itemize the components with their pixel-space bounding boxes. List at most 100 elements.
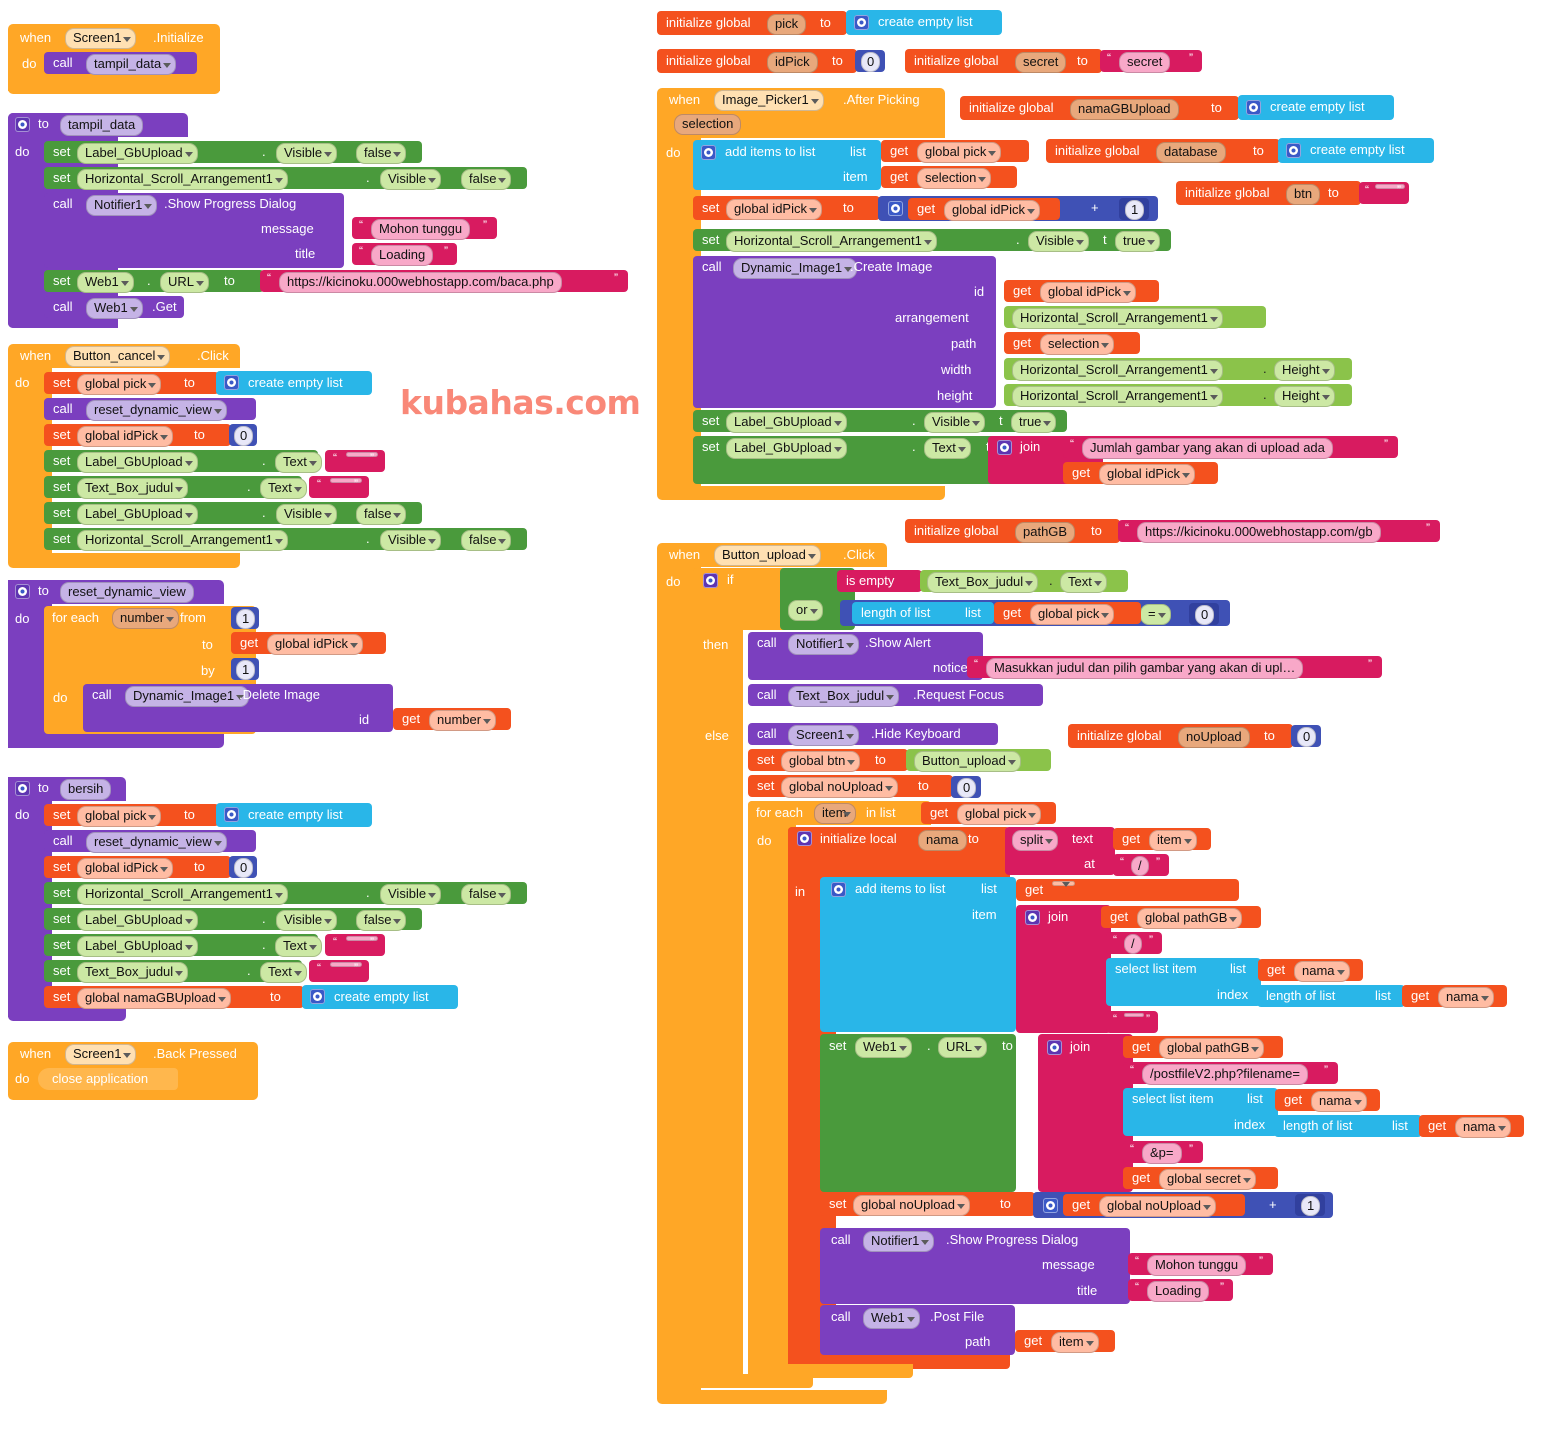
- hsa1-dropdown[interactable]: Horizontal_Scroll_Arrangement1: [1012, 308, 1223, 329]
- number-field[interactable]: 1: [236, 609, 256, 629]
- number-zero-compare[interactable]: 0: [1189, 603, 1219, 625]
- call-textbox-judul-request-focus[interactable]: call Text_Box_judul .Request Focus: [748, 684, 1043, 707]
- global-pick-dropdown[interactable]: global pick: [77, 806, 162, 827]
- text-empty-join1[interactable]: “ ”: [1106, 1011, 1158, 1033]
- false-logic-block[interactable]: false: [453, 882, 525, 905]
- get-global-noupload-operand[interactable]: get global noUpload: [1063, 1194, 1245, 1217]
- get-selection-path[interactable]: get selection: [1004, 332, 1140, 355]
- component-dropdown[interactable]: Label_GbUpload: [77, 504, 198, 525]
- init-global-noupload[interactable]: initialize global noUpload to: [1068, 724, 1293, 748]
- set-global-pick[interactable]: set global pick to: [44, 372, 219, 395]
- text-property-dropdown[interactable]: Text: [275, 452, 322, 473]
- text-value-field[interactable]: Loading: [371, 245, 434, 266]
- text-value-field[interactable]: [1124, 1013, 1144, 1017]
- mutator-gear-icon[interactable]: [831, 882, 846, 897]
- set-global-noupload-zero[interactable]: set global noUpload to: [748, 775, 953, 798]
- boolean-dropdown[interactable]: true: [1115, 231, 1161, 252]
- screen1-dropdown[interactable]: Screen1: [788, 725, 860, 746]
- component-dropdown[interactable]: Horizontal_Scroll_Arrangement1: [77, 530, 288, 551]
- select-list-item-join1[interactable]: select list item list index: [1106, 958, 1261, 1006]
- dynamic-image1-dropdown[interactable]: Dynamic_Image1: [733, 258, 858, 279]
- global-idpick-dropdown[interactable]: global idPick: [726, 199, 822, 220]
- get-global-secret[interactable]: get global secret: [1123, 1167, 1278, 1190]
- get-global-pick[interactable]: get global pick: [881, 140, 1029, 163]
- get-item-variable[interactable]: get item: [1113, 828, 1211, 851]
- mutator-gear-icon[interactable]: [310, 989, 325, 1004]
- text-property-dropdown[interactable]: Text: [924, 438, 971, 459]
- text-value-field[interactable]: /postfileV2.php?filename=: [1142, 1064, 1308, 1085]
- mutator-gear-icon[interactable]: [224, 375, 239, 390]
- true-logic-block[interactable]: true: [1003, 410, 1067, 433]
- number-field[interactable]: 0: [234, 858, 254, 878]
- global-noupload-dropdown[interactable]: global noUpload: [1099, 1196, 1216, 1217]
- procedure-tampil-data-header[interactable]: to tampil_data: [8, 113, 188, 137]
- textbox-judul-text-getter[interactable]: Text_Box_judul . Text: [920, 570, 1128, 593]
- mutator-gear-icon[interactable]: [1043, 1198, 1058, 1213]
- global-secret-dropdown[interactable]: global secret: [1159, 1169, 1256, 1190]
- text-loading-2[interactable]: “ Loading ”: [1128, 1279, 1233, 1302]
- component-dropdown[interactable]: Label_GbUpload: [77, 143, 198, 164]
- get-item-variable-path[interactable]: get item: [1015, 1330, 1115, 1353]
- web1-dropdown[interactable]: Web1: [77, 272, 134, 293]
- text-value-field[interactable]: Mohon tunggu: [371, 219, 471, 240]
- get-nama-variable-index1[interactable]: get nama: [1402, 985, 1507, 1008]
- split-operation-dropdown[interactable]: split: [1012, 830, 1059, 851]
- length-of-list-index-join2[interactable]: length of list list: [1274, 1115, 1422, 1137]
- component-dropdown[interactable]: Horizontal_Scroll_Arrangement1: [77, 884, 288, 905]
- init-global-database[interactable]: initialize global database to: [1046, 139, 1280, 163]
- call-dynamic-image1-delete-image[interactable]: call Dynamic_Image1 .Delete Image id: [83, 684, 393, 732]
- text-pathgb-url[interactable]: “ https://kicinoku.000webhostapp.com/gb …: [1118, 520, 1440, 543]
- set-global-idpick[interactable]: set global idPick to: [44, 424, 231, 447]
- get-global-idpick-id[interactable]: get global idPick: [1004, 280, 1159, 303]
- text-loading[interactable]: “ Loading ”: [352, 243, 457, 266]
- text-mohon-tunggu-2[interactable]: “ Mohon tunggu ”: [1128, 1253, 1273, 1276]
- hsa1-dropdown[interactable]: Horizontal_Scroll_Arrangement1: [1012, 386, 1223, 407]
- true-logic-block[interactable]: true: [1107, 229, 1171, 252]
- number-one-operand[interactable]: 1: [1119, 198, 1149, 220]
- set-hsa1-visible-true[interactable]: set Horizontal_Scroll_Arrangement1 . Vis…: [693, 229, 1168, 252]
- call-notifier1-show-alert[interactable]: call Notifier1 .Show Alert notice: [748, 632, 983, 680]
- global-pathgb-dropdown[interactable]: global pathGB: [1137, 908, 1243, 929]
- set-label-gbupload-text[interactable]: set Label_GbUpload . Text to: [44, 450, 349, 473]
- call-dynamic-image1-create-image[interactable]: call Dynamic_Image1 .Create Image id arr…: [693, 256, 996, 408]
- number-zero-block[interactable]: 0: [951, 776, 981, 798]
- false-logic-block[interactable]: false: [348, 141, 420, 164]
- get-global-idpick-operand[interactable]: get global idPick: [908, 198, 1060, 221]
- visible-property-dropdown[interactable]: Visible: [1028, 231, 1090, 252]
- global-pick-dropdown[interactable]: global pick: [957, 804, 1042, 825]
- init-global-pathgb[interactable]: initialize global pathGB to: [905, 519, 1120, 543]
- init-global-btn[interactable]: initialize global btn to: [1176, 181, 1361, 205]
- text-masukkan-judul[interactable]: “ Masukkan judul dan pilih gambar yang a…: [967, 656, 1382, 679]
- mutator-gear-icon[interactable]: [1286, 143, 1301, 158]
- get-number-variable[interactable]: get number: [393, 708, 511, 731]
- get-nama-variable-join2[interactable]: get nama: [1275, 1089, 1380, 1112]
- reset-dynamic-view-dropdown[interactable]: reset_dynamic_view: [86, 400, 227, 421]
- height-property-dropdown[interactable]: Height: [1274, 386, 1335, 407]
- split-text-block[interactable]: split text at: [1005, 827, 1115, 875]
- text-baca-php-url[interactable]: “ https://kicinoku.000webhostapp.com/bac…: [260, 270, 628, 293]
- text-value-field[interactable]: /: [1124, 934, 1142, 954]
- height-property-dropdown[interactable]: Height: [1274, 360, 1335, 381]
- empty-text-block[interactable]: “ ”: [309, 960, 369, 982]
- global-name-field[interactable]: database: [1156, 142, 1226, 163]
- set-textbox-judul-text[interactable]: set Text_Box_judul . Text to: [44, 476, 333, 499]
- local-variable-nama[interactable]: nama: [918, 830, 967, 851]
- notifier1-dropdown[interactable]: Notifier1: [86, 195, 158, 216]
- call-web1-post-file[interactable]: call Web1 .Post File path: [820, 1305, 1015, 1355]
- global-noupload-dropdown[interactable]: global noUpload: [853, 1195, 970, 1216]
- component-dropdown[interactable]: Label_GbUpload: [726, 412, 847, 433]
- get-global-idpick[interactable]: get global idPick: [231, 632, 386, 655]
- boolean-dropdown[interactable]: false: [356, 910, 407, 931]
- get-global-pathgb-join2[interactable]: get global pathGB: [1123, 1036, 1283, 1059]
- global-namagbupload-dropdown[interactable]: [1052, 881, 1075, 887]
- global-name-field[interactable]: idPick: [767, 52, 818, 73]
- dynamic-image1-dropdown[interactable]: Dynamic_Image1: [125, 686, 250, 707]
- selection-variable-dropdown[interactable]: selection: [917, 168, 992, 189]
- nama-variable-dropdown[interactable]: nama: [1455, 1117, 1511, 1138]
- event-button-cancel-click[interactable]: when Button_cancel .Click: [8, 344, 240, 368]
- call-tampil-data-block[interactable]: call tampil_data: [44, 52, 197, 75]
- global-namagbupload-dropdown[interactable]: global namaGBUpload: [77, 988, 231, 1009]
- create-empty-list-block[interactable]: create empty list: [1238, 95, 1394, 120]
- button-cancel-dropdown[interactable]: Button_cancel: [65, 346, 171, 367]
- procedure-reset-dynamic-view-header[interactable]: to reset_dynamic_view: [8, 580, 224, 604]
